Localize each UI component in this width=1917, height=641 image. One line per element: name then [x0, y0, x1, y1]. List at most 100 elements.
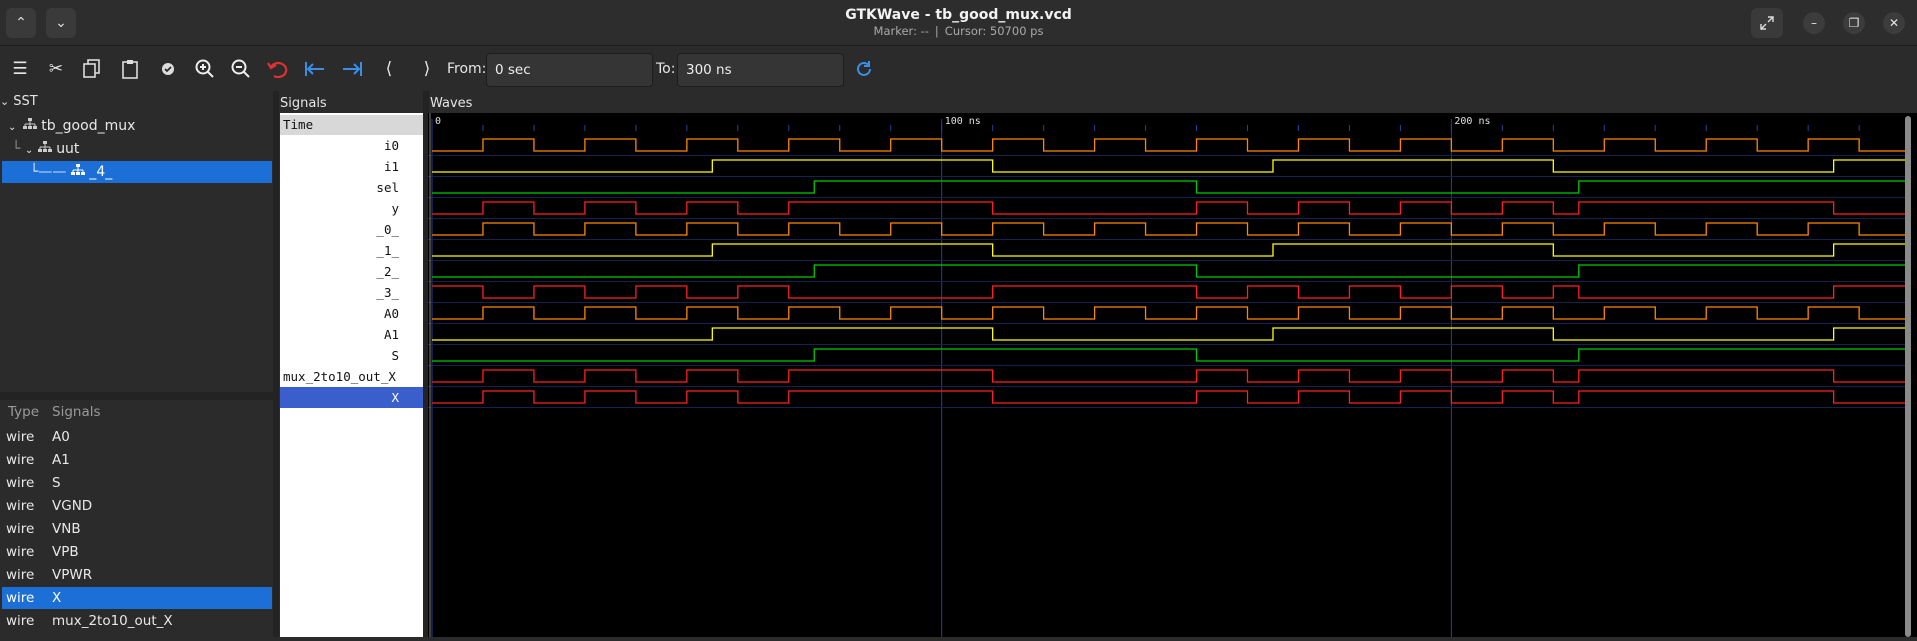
list-item[interactable]: wire VPWR — [2, 564, 272, 586]
tree-item-label: tb_good_mux — [41, 118, 136, 134]
signal-name: A1 — [52, 452, 70, 468]
time-tick-label: 200 ns — [1454, 116, 1490, 127]
waveform-_3_[interactable] — [432, 285, 1905, 299]
signal-row[interactable]: mux_2to10_out_X — [280, 366, 423, 387]
to-input[interactable]: 300 ns — [677, 53, 844, 87]
tree-item-label: uut — [56, 141, 80, 157]
time-tick-label: 100 ns — [945, 116, 981, 127]
list-item[interactable]: wire VNB — [2, 518, 272, 540]
close-button[interactable]: ✕ — [1883, 12, 1905, 34]
select-all-icon[interactable] — [156, 57, 180, 81]
waves-scrollbar[interactable] — [1905, 116, 1911, 637]
undo-icon[interactable] — [266, 57, 290, 81]
window-subtitle: Marker: -- | Cursor: 50700 ps — [873, 24, 1044, 38]
signal-row[interactable]: _3_ — [280, 282, 423, 303]
menu-icon[interactable]: ☰ — [8, 57, 32, 81]
signal-type: wire — [6, 429, 35, 445]
window-title: GTKWave - tb_good_mux.vcd — [845, 7, 1072, 23]
signal-row[interactable]: i1 — [280, 156, 423, 177]
waveform-i1[interactable] — [432, 159, 1905, 173]
signals-pane-label: Signals — [280, 96, 327, 111]
signals-column-header[interactable]: Signals — [52, 400, 101, 424]
list-item[interactable]: wire S — [2, 472, 272, 494]
signal-row[interactable]: X — [280, 387, 423, 408]
waveform-canvas[interactable]: 0 100 ns 200 ns — [428, 113, 1905, 637]
sst-tree: ⌄ tb_good_mux └ ⌄ uut └—— _4_ — [0, 113, 272, 393]
tree-item-tb-good-mux[interactable]: ⌄ tb_good_mux — [2, 115, 272, 137]
jump-end-icon[interactable] — [340, 57, 364, 81]
waveform-_1_[interactable] — [432, 243, 1905, 257]
waveform-S[interactable] — [432, 348, 1905, 362]
waveform-sel[interactable] — [432, 180, 1905, 194]
waveform-i0[interactable] — [432, 138, 1905, 152]
signal-row[interactable]: y — [280, 198, 423, 219]
waveform-X[interactable] — [432, 390, 1905, 404]
restore-button[interactable]: ❐ — [1843, 12, 1865, 34]
hierarchy-icon — [37, 141, 52, 152]
signal-row[interactable]: i0 — [280, 135, 423, 156]
signal-name: A0 — [52, 429, 70, 445]
prev-edge-icon[interactable]: ⟨ — [377, 57, 401, 81]
chevron-down-icon[interactable]: ⌄ — [25, 145, 33, 156]
pane-divider[interactable] — [273, 91, 279, 637]
from-label: From: — [447, 61, 487, 77]
tree-item-uut[interactable]: └ ⌄ uut — [2, 138, 272, 160]
zoom-out-icon[interactable] — [229, 57, 253, 81]
sst-label: SST — [13, 94, 38, 109]
signal-row[interactable]: S — [280, 345, 423, 366]
paste-icon[interactable] — [118, 57, 142, 81]
signal-row[interactable]: A0 — [280, 303, 423, 324]
signal-row[interactable]: _2_ — [280, 261, 423, 282]
signal-name: X — [52, 590, 62, 606]
signals-pane: Time i0 i1 sel y _0_ _1_ _2_ _3_ A0 A1 S… — [280, 113, 423, 637]
waveform-mux_2to10_out_X[interactable] — [432, 369, 1905, 383]
signal-row[interactable]: _0_ — [280, 219, 423, 240]
zoom-in-icon[interactable] — [193, 57, 217, 81]
pane-splitter[interactable] — [0, 392, 274, 400]
fullscreen-button[interactable] — [1751, 8, 1783, 38]
list-item[interactable]: wire A0 — [2, 426, 272, 448]
signal-type: wire — [6, 475, 35, 491]
waveform-y[interactable] — [432, 201, 1905, 215]
from-input[interactable]: 0 sec — [486, 53, 653, 87]
time-tick-label: 0 — [435, 116, 441, 127]
signal-type: wire — [6, 544, 35, 560]
type-column-header[interactable]: Type — [8, 400, 39, 424]
jump-start-icon[interactable] — [303, 57, 327, 81]
chevron-down-icon[interactable]: ⌄ — [0, 95, 9, 108]
hierarchy-icon — [70, 164, 85, 175]
signal-name: VNB — [52, 521, 81, 537]
signal-list: Type Signals wire A0 wire A1 wire S wire VGN… — [0, 400, 272, 637]
minimize-button[interactable]: – — [1803, 12, 1825, 34]
signal-type: wire — [6, 567, 35, 583]
signal-row[interactable]: _1_ — [280, 240, 423, 261]
signal-row[interactable]: sel — [280, 177, 423, 198]
waveform-A0[interactable] — [432, 306, 1905, 320]
time-row-label: Time — [280, 115, 423, 135]
list-item[interactable]: wire mux_2to10_out_X — [2, 610, 272, 632]
copy-icon[interactable] — [80, 57, 104, 81]
list-item[interactable]: wire VGND — [2, 495, 272, 517]
tree-item-4[interactable]: └—— _4_ — [2, 161, 272, 183]
toolbar: ☰ ✂ ⟨ ⟩ From: 0 sec To: 300 ns — [0, 47, 1917, 91]
to-label: To: — [656, 61, 676, 77]
list-item[interactable]: wire A1 — [2, 449, 272, 471]
reload-icon[interactable] — [852, 57, 876, 81]
chevron-down-icon[interactable]: ⌄ — [8, 122, 16, 133]
signal-row[interactable]: A1 — [280, 324, 423, 345]
tree-item-label: _4_ — [89, 164, 113, 180]
signal-list-header: Type Signals — [0, 400, 272, 424]
time-ruler[interactable] — [428, 113, 1905, 133]
signal-type: wire — [6, 498, 35, 514]
sst-header[interactable]: ⌄ SST — [0, 94, 38, 109]
waves-pane[interactable]: 0 100 ns 200 ns — [428, 113, 1917, 637]
list-item[interactable]: wire X — [2, 587, 272, 609]
waves-pane-label: Waves — [430, 96, 473, 111]
waveform-_2_[interactable] — [432, 264, 1905, 278]
list-item[interactable]: wire VPB — [2, 541, 272, 563]
cut-icon[interactable]: ✂ — [44, 57, 68, 81]
waveform-A1[interactable] — [432, 327, 1905, 341]
waveform-_0_[interactable] — [432, 222, 1905, 236]
signal-name: VGND — [52, 498, 93, 514]
next-edge-icon[interactable]: ⟩ — [415, 57, 439, 81]
